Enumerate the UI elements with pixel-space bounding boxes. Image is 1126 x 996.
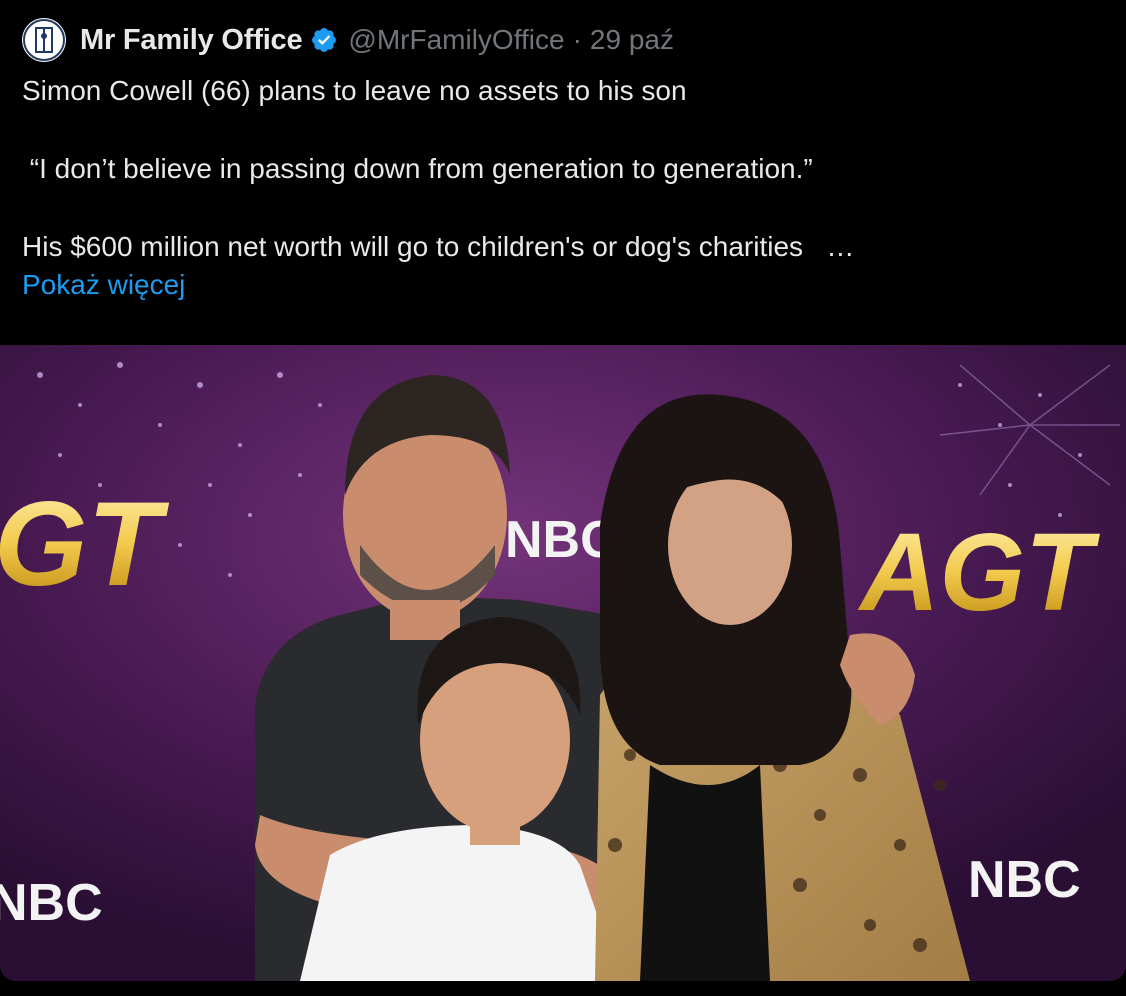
tweet-header: Mr Family Office @MrFamilyOffice · 29 pa…: [22, 18, 674, 62]
agt-logo-left: GT: [0, 477, 169, 611]
tweet-text-line-3: His $600 million net worth will go to ch…: [22, 231, 855, 262]
post-date[interactable]: 29 paź: [590, 24, 674, 56]
tweet-text: Simon Cowell (66) plans to leave no asse…: [22, 72, 1102, 304]
nbc-logo-bottom-left: NBC: [0, 874, 103, 932]
tweet-text-line-1: Simon Cowell (66) plans to leave no asse…: [22, 75, 687, 106]
agt-logo-right: AGT: [857, 511, 1100, 634]
verified-badge-icon: [312, 28, 337, 52]
show-more-link[interactable]: Pokaż więcej: [22, 266, 185, 304]
avatar[interactable]: [22, 18, 66, 62]
tweet: Mr Family Office @MrFamilyOffice · 29 pa…: [0, 0, 1126, 996]
tweet-text-line-2: “I don’t believe in passing down from ge…: [22, 153, 813, 184]
photo-illustration: GT AGT NBC NBC NBC: [0, 345, 1126, 981]
tweet-photo[interactable]: GT AGT NBC NBC NBC: [0, 345, 1126, 981]
nbc-logo-bottom-right: NBC: [968, 851, 1081, 909]
avatar-logo-icon: [23, 19, 65, 61]
bottom-edge: [0, 981, 1126, 996]
display-name[interactable]: Mr Family Office: [80, 24, 303, 57]
author-handle[interactable]: @MrFamilyOffice: [348, 24, 564, 56]
separator-dot: ·: [572, 24, 582, 55]
